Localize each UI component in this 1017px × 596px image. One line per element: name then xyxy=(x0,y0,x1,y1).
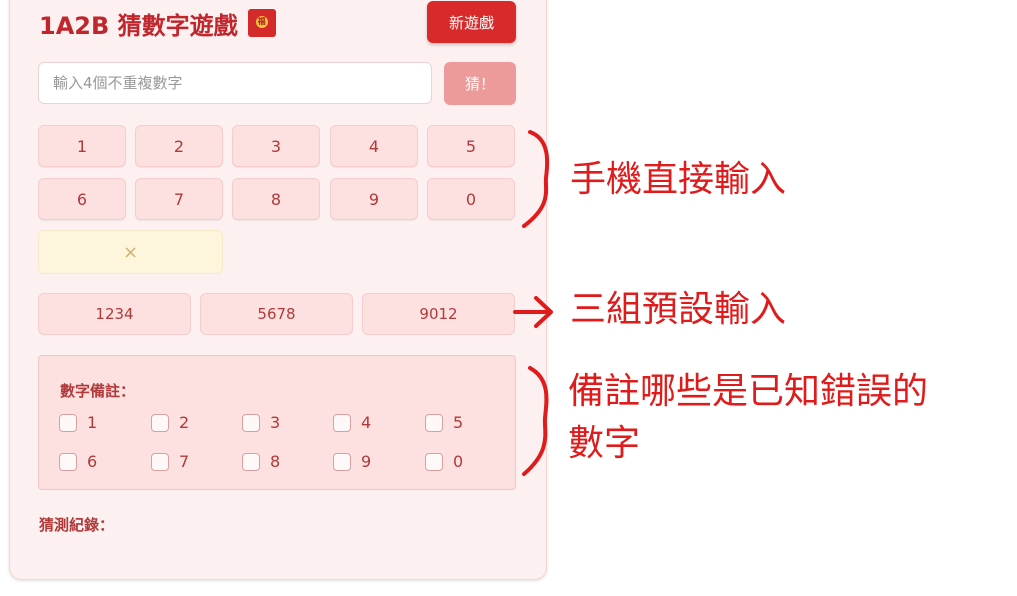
notes-bracket xyxy=(522,366,549,476)
notes-annotation-line1: 備註哪些是已知錯誤的 xyxy=(568,371,929,412)
keypad-annotation: 手機直接輸入 xyxy=(570,159,787,200)
preset-arrow xyxy=(513,296,553,328)
preset-annotation: 三組預設輸入 xyxy=(570,289,787,330)
notes-annotation-line2: 數字 xyxy=(568,423,641,464)
annotation-overlay xyxy=(513,130,553,476)
keypad-bracket xyxy=(522,130,550,228)
